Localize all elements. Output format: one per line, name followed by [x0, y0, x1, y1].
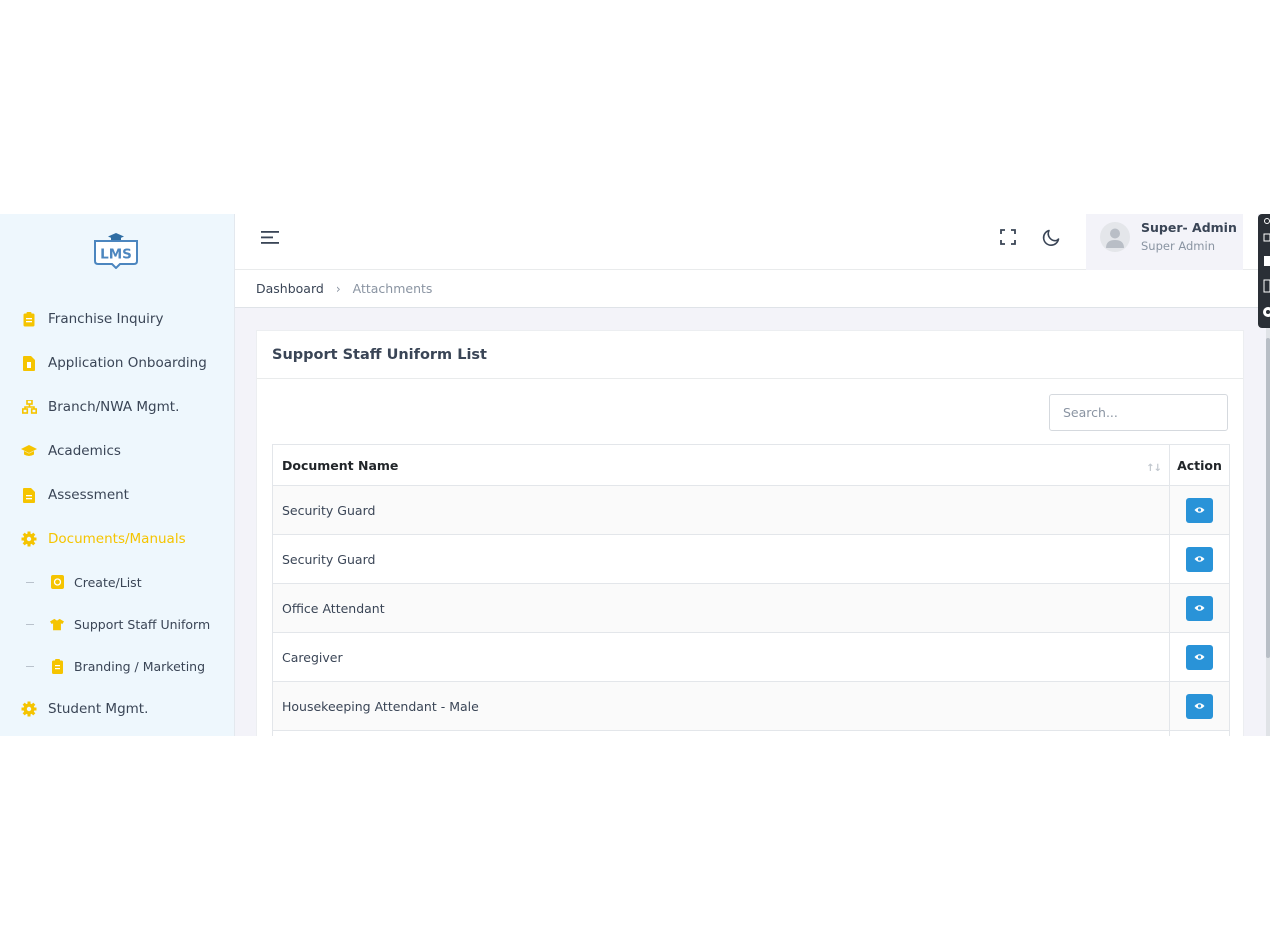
sort-icon[interactable]: ↑↓ — [1146, 463, 1162, 474]
sidebar-item-label: Student Mgmt. — [48, 701, 149, 717]
sidebar-item-documents-manuals[interactable]: Documents/Manuals — [0, 517, 235, 561]
action-cell — [1169, 583, 1230, 633]
sidebar-item-branch-mgmt[interactable]: Branch/NWA Mgmt. — [0, 385, 235, 429]
graduation-cap-icon — [20, 442, 38, 460]
dark-mode-moon-icon[interactable] — [1041, 226, 1063, 248]
view-button[interactable] — [1186, 644, 1213, 670]
view-button[interactable] — [1186, 546, 1213, 572]
scrollbar-thumb[interactable] — [1266, 338, 1270, 658]
document-name-cell: Office Attendant — [272, 583, 1170, 633]
sidebar-subitem-support-staff-uniform[interactable]: Support Staff Uniform — [0, 603, 235, 645]
list-icon — [50, 574, 64, 590]
card-title: Support Staff Uniform List — [272, 346, 487, 363]
table-row: Caregiver — [272, 632, 1230, 682]
sub-item-dash — [26, 581, 34, 583]
uniform-list-card: Support Staff Uniform List Document Name… — [256, 330, 1244, 736]
column-header-document-name[interactable]: Document Name ↑↓ — [272, 444, 1170, 486]
document-name-cell: Security Guard — [272, 534, 1170, 584]
chevron-right-icon: › — [335, 281, 341, 296]
view-button[interactable] — [1186, 693, 1213, 719]
app-frame: LMS Franchise Inquiry Application Onboar… — [0, 214, 1270, 736]
sidebar-item-label: Application Onboarding — [48, 355, 207, 371]
view-button[interactable] — [1186, 595, 1213, 621]
column-header-label: Document Name — [282, 457, 399, 473]
sidebar-nav: Franchise Inquiry Application Onboarding… — [0, 297, 235, 731]
sidebar-item-franchise-inquiry[interactable]: Franchise Inquiry — [0, 297, 235, 341]
sidebar-item-student-mgmt[interactable]: Student Mgmt. — [0, 687, 235, 731]
gear-icon — [20, 700, 38, 718]
document-name-cell: Caregiver — [272, 632, 1170, 682]
user-profile-dropdown[interactable]: Super- Admin Super Admin — [1086, 214, 1243, 270]
page-scrollbar[interactable] — [1266, 328, 1270, 736]
table-header-row: Document Name ↑↓ Action — [272, 444, 1230, 486]
gear-icon — [20, 530, 38, 548]
svg-text:LMS: LMS — [100, 247, 132, 263]
action-cell — [1169, 632, 1230, 682]
sidebar-subitem-label: Support Staff Uniform — [74, 616, 211, 632]
breadcrumb: Dashboard › Attachments — [235, 270, 1258, 308]
sidebar-item-label: Franchise Inquiry — [48, 311, 164, 327]
table-row: Housekeeping Attendant - Male — [272, 681, 1230, 731]
sub-item-dash — [26, 665, 34, 667]
eye-icon — [1194, 605, 1205, 611]
document-name-cell — [272, 730, 1170, 736]
settings-gear-icon — [1263, 218, 1270, 317]
table-row: Office Attendant — [272, 583, 1230, 633]
topbar: Super- Admin Super Admin — [235, 214, 1258, 270]
document-name-cell: Housekeeping Attendant - Male — [272, 681, 1170, 731]
sidebar-subitem-label: Branding / Marketing — [74, 658, 206, 674]
sidebar: LMS Franchise Inquiry Application Onboar… — [0, 214, 235, 736]
user-role: Super Admin — [1141, 239, 1215, 253]
fullscreen-icon[interactable] — [997, 226, 1019, 248]
action-cell — [1169, 681, 1230, 731]
sidebar-item-application-onboarding[interactable]: Application Onboarding — [0, 341, 235, 385]
avatar — [1100, 222, 1130, 252]
eye-icon — [1194, 556, 1205, 562]
eye-icon — [1194, 507, 1205, 513]
action-cell — [1169, 730, 1230, 736]
search-input[interactable] — [1049, 394, 1228, 431]
document-name-cell: Security Guard — [272, 485, 1170, 535]
clipboard-icon — [50, 658, 64, 674]
sitemap-icon — [20, 398, 38, 416]
hamburger-menu-icon[interactable] — [260, 228, 282, 246]
sidebar-item-label: Documents/Manuals — [48, 531, 186, 547]
sidebar-item-label: Academics — [48, 443, 121, 459]
table-row — [272, 730, 1230, 736]
table-row: Security Guard — [272, 534, 1230, 584]
sidebar-item-assessment[interactable]: Assessment — [0, 473, 235, 517]
documents-table: Document Name ↑↓ Action Security Guard S… — [272, 444, 1230, 736]
breadcrumb-dashboard-link[interactable]: Dashboard — [256, 281, 324, 296]
eye-icon — [1194, 654, 1205, 660]
card-header: Support Staff Uniform List — [257, 331, 1243, 379]
lms-logo[interactable]: LMS — [93, 231, 139, 269]
sidebar-item-label: Assessment — [48, 487, 129, 503]
action-cell — [1169, 485, 1230, 535]
sidebar-subitem-label: Create/List — [74, 574, 142, 590]
column-header-action: Action — [1169, 444, 1230, 486]
document-icon — [20, 486, 38, 504]
file-icon — [20, 354, 38, 372]
sidebar-subitem-branding-marketing[interactable]: Branding / Marketing — [0, 645, 235, 687]
settings-side-strip[interactable] — [1258, 214, 1270, 328]
view-button[interactable] — [1186, 497, 1213, 523]
sidebar-item-label: Branch/NWA Mgmt. — [48, 399, 180, 415]
table-row: Security Guard — [272, 485, 1230, 535]
user-name: Super- Admin — [1141, 220, 1237, 235]
eye-icon — [1194, 703, 1205, 709]
sub-item-dash — [26, 623, 34, 625]
shirt-icon — [50, 616, 64, 632]
action-cell — [1169, 534, 1230, 584]
sidebar-item-academics[interactable]: Academics — [0, 429, 235, 473]
sidebar-subitem-create-list[interactable]: Create/List — [0, 561, 235, 603]
breadcrumb-current: Attachments — [352, 281, 433, 296]
clipboard-icon — [20, 310, 38, 328]
